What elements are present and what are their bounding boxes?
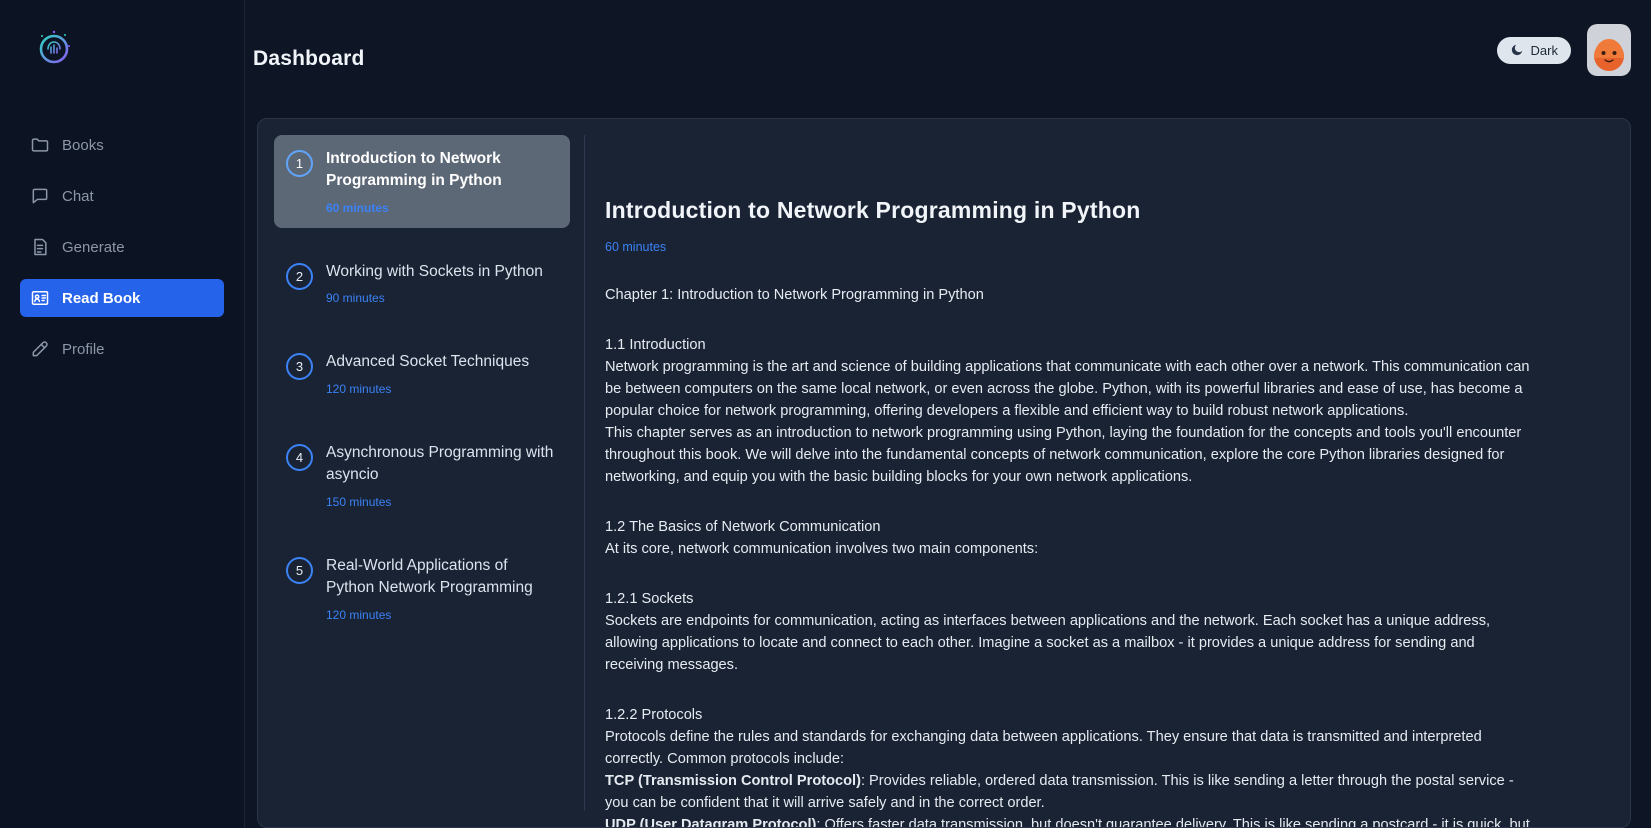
chapter-meta: Working with Sockets in Python 90 minutes <box>326 261 543 305</box>
document-icon <box>30 237 50 257</box>
chapter-number-badge: 3 <box>286 353 313 381</box>
chapter-content-title: Introduction to Network Programming in P… <box>605 197 1141 223</box>
text-segment: 1.2.1 Sockets Sockets are endpoints for … <box>605 591 1491 673</box>
chapter-meta: Asynchronous Programming with asyncio 150… <box>326 442 558 509</box>
sidebar-nav: Books Chat Generate Read Book Profile <box>20 126 224 368</box>
sidebar-item-label: Generate <box>62 238 125 256</box>
text-segment: Chapter 1: Introduction to Network Progr… <box>605 287 984 303</box>
sidebar: Books Chat Generate Read Book Profile <box>0 0 245 828</box>
chapter-body: Chapter 1: Introduction to Network Progr… <box>605 284 1530 828</box>
theme-toggle-button[interactable]: Dark <box>1496 36 1571 64</box>
chapter-number-badge: 5 <box>286 556 313 584</box>
sidebar-item-label: Chat <box>62 187 94 205</box>
chapter-number-badge: 1 <box>286 150 313 177</box>
chapter-title: Introduction to Network Programming in P… <box>326 150 502 190</box>
theme-toggle-label: Dark <box>1530 42 1558 58</box>
reader-panel: 1 Introduction to Network Programming in … <box>257 118 1631 828</box>
folder-icon <box>30 135 50 155</box>
app-root: Books Chat Generate Read Book Profile Dashbo… <box>0 0 1651 828</box>
chapter-meta: Real-World Applications of Python Networ… <box>326 555 558 622</box>
top-actions: Dark <box>1496 24 1631 76</box>
edit-icon <box>30 339 50 359</box>
sidebar-item-label: Read Book <box>62 289 141 307</box>
chapter-duration: 60 minutes <box>326 200 389 215</box>
brain-logo[interactable] <box>32 26 76 70</box>
main-area: Dashboard Dark 1 Introduction to Network… <box>245 0 1651 828</box>
text-segment: 1.2.2 Protocols Protocols define the rul… <box>605 707 1482 767</box>
text-block: 1.2 The Basics of Network Communication … <box>605 516 1530 560</box>
chapter-number-badge: 2 <box>286 262 313 290</box>
text-segment: 1.2 The Basics of Network Communication … <box>605 519 1039 557</box>
chapter-duration: 150 minutes <box>326 494 392 509</box>
chapter-list-item[interactable]: 3 Advanced Socket Techniques 120 minutes <box>274 338 570 408</box>
sidebar-item-read-book[interactable]: Read Book <box>20 279 224 317</box>
moon-icon <box>1510 43 1524 57</box>
avatar[interactable] <box>1587 24 1631 76</box>
text-block: 1.1 Introduction Network programming is … <box>605 334 1530 488</box>
chapter-list-item[interactable]: 2 Working with Sockets in Python 90 minute… <box>274 248 570 318</box>
text-block: Chapter 1: Introduction to Network Progr… <box>605 284 1530 306</box>
chapter-duration: 120 minutes <box>326 607 392 622</box>
sidebar-item-profile[interactable]: Profile <box>20 330 224 368</box>
text-block: 1.2.1 Sockets Sockets are endpoints for … <box>605 588 1530 676</box>
chapter-content: Introduction to Network Programming in P… <box>585 135 1614 827</box>
chapter-title: Working with Sockets in Python <box>326 262 543 280</box>
text-segment: 1.1 Introduction Network programming is … <box>605 337 1530 485</box>
chapter-title: Advanced Socket Techniques <box>326 353 530 371</box>
sidebar-item-chat[interactable]: Chat <box>20 177 224 215</box>
bold-text-segment: TCP (Transmission Control Protocol) <box>605 773 861 789</box>
sidebar-item-generate[interactable]: Generate <box>20 228 224 266</box>
text-block: 1.2.2 Protocols Protocols define the rul… <box>605 704 1530 828</box>
sidebar-item-label: Profile <box>62 340 105 358</box>
sidebar-item-label: Books <box>62 136 104 154</box>
chapter-title: Asynchronous Programming with asyncio <box>326 443 554 484</box>
chapter-list-item[interactable]: 1 Introduction to Network Programming in … <box>274 135 570 228</box>
chapter-title: Real-World Applications of Python Networ… <box>326 556 533 597</box>
chapter-list-item[interactable]: 4 Asynchronous Programming with asyncio 15… <box>274 429 570 522</box>
chapter-duration: 120 minutes <box>326 381 392 396</box>
book-reader-icon <box>30 288 50 308</box>
chat-icon <box>30 186 50 206</box>
chapter-duration: 90 minutes <box>326 291 385 306</box>
page-title: Dashboard <box>253 47 365 70</box>
topbar: Dashboard Dark <box>245 0 1651 118</box>
sidebar-item-books[interactable]: Books <box>20 126 224 164</box>
bold-text-segment: UDP (User Datagram Protocol) <box>605 817 817 828</box>
chapter-meta: Advanced Socket Techniques 120 minutes <box>326 351 529 395</box>
chapter-number-badge: 4 <box>286 443 313 471</box>
chapter-list-item[interactable]: 5 Real-World Applications of Python Netwo… <box>274 542 570 635</box>
chapter-meta: Introduction to Network Programming in P… <box>326 148 558 215</box>
chapter-list: 1 Introduction to Network Programming in … <box>274 135 584 811</box>
chapter-content-duration: 60 minutes <box>605 240 667 254</box>
